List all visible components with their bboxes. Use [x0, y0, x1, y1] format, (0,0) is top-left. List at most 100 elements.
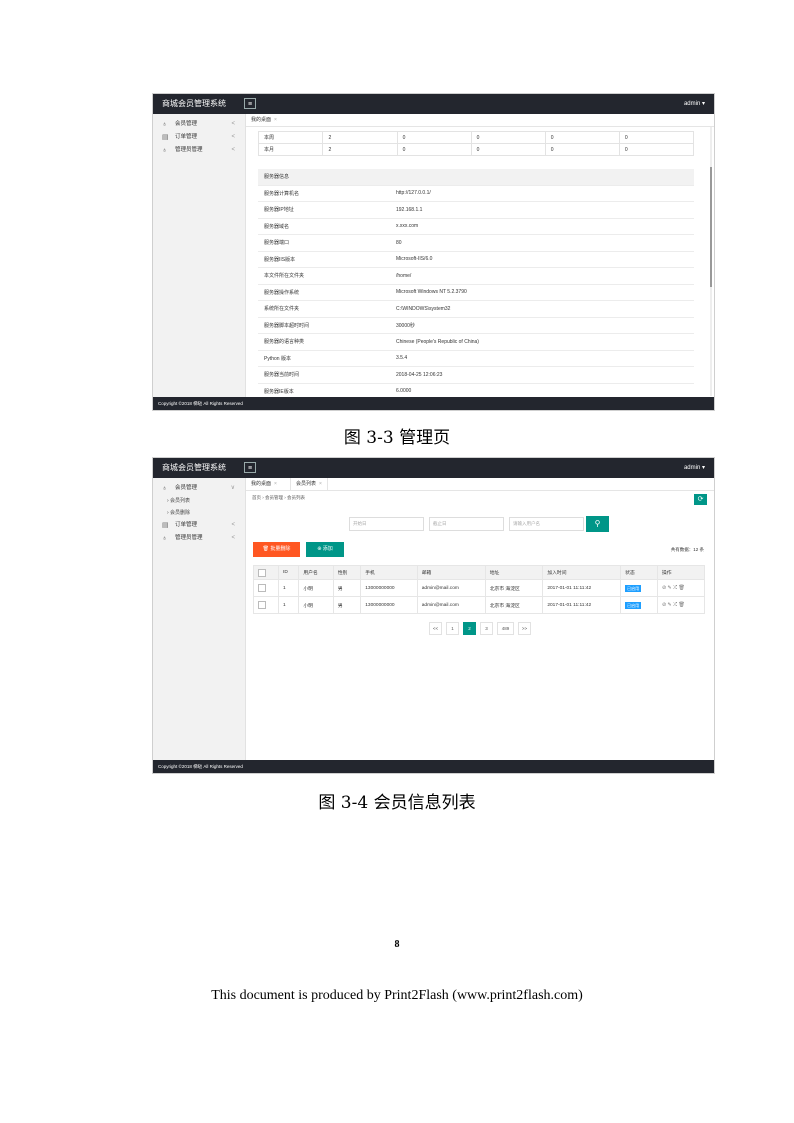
sidebar-item[interactable]: ♁ 管理员管理 < — [153, 144, 245, 157]
server-info-key: 系统所在文件夹 — [258, 300, 390, 318]
page-button[interactable]: 1 — [446, 622, 459, 635]
stats-cell: 0 — [396, 143, 472, 156]
sidebar-item[interactable]: ♁ 会员管理 ∨ — [153, 482, 245, 495]
close-icon[interactable]: × — [319, 481, 322, 487]
tab-item[interactable]: 会员列表 × — [290, 478, 328, 490]
server-info-row: 服务器脚本超时时间 30000秒 — [258, 317, 694, 334]
column-header: 用户名 — [298, 565, 334, 580]
status-badge[interactable]: 已启用 — [625, 601, 642, 609]
page-button[interactable]: 3 — [480, 622, 493, 635]
cell-name: 小明 — [298, 579, 334, 597]
menu-toggle-icon[interactable]: ≡ — [244, 98, 256, 109]
column-header: 手机 — [360, 565, 418, 580]
sidebar-item[interactable]: ▤ 订单管理 < — [153, 131, 245, 144]
row-checkbox-cell[interactable] — [252, 596, 280, 614]
server-info-key: 服务器的语言种类 — [258, 333, 390, 351]
username-search-input[interactable]: 请输入用户名 — [509, 517, 584, 531]
column-header[interactable] — [252, 565, 280, 580]
server-info-key: 服务器计算机名 — [258, 185, 390, 202]
admin-icon: ♁ — [162, 147, 168, 154]
cell-joined: 2017-01-01 11:11:42 — [542, 579, 622, 597]
top-navbar: 商城会员管理系统 ≡ admin ▾ — [153, 458, 714, 478]
scrollbar-thumb[interactable] — [710, 167, 712, 287]
tab-bar: 我的桌面 × — [246, 114, 714, 127]
page-button[interactable]: 489 — [497, 622, 514, 635]
row-checkbox-cell[interactable] — [252, 579, 280, 597]
page-button[interactable]: 2 — [463, 622, 476, 635]
admin-home-screenshot: 商城会员管理系统 ≡ admin ▾ ♁ 会员管理 < ▤ 订单管理 < ♁ 管理员管理 < 我… — [152, 93, 715, 411]
tab-item[interactable]: 我的桌面 × — [246, 114, 282, 126]
server-info-table: 服务器信息 服务器计算机名 http://127.0.0.1/服务器IP地址 192.… — [258, 169, 694, 400]
sidebar-item[interactable]: ▤ 订单管理 < — [153, 519, 245, 532]
server-info-row: 服务器操作系统 Microsoft Windows NT 5.2.3790 — [258, 284, 694, 301]
add-member-button[interactable]: ⊕ 添加 — [306, 542, 344, 557]
end-date-input[interactable]: 截止日 — [429, 517, 504, 531]
stats-cell: 0 — [618, 143, 695, 156]
stats-cell: 2 — [322, 131, 398, 144]
user-icon: ♁ — [162, 485, 168, 492]
sidebar: ♁ 会员管理 ∨ › 会员列表 › 会员删除 ▤ 订单管理 < ♁ 管理员管理 < — [153, 478, 246, 761]
sidebar-item-label: 会员管理 — [175, 485, 198, 491]
user-menu[interactable]: admin ▾ — [684, 100, 705, 107]
scrollbar[interactable] — [710, 127, 712, 396]
producer-note: This document is produced by Print2Flash… — [211, 988, 583, 1003]
server-info-header: 服务器信息 — [258, 169, 694, 186]
column-header: 性别 — [332, 565, 362, 580]
column-header: 邮箱 — [416, 565, 486, 580]
select-all-checkbox[interactable] — [258, 568, 266, 577]
chevron-icon: < — [231, 535, 235, 541]
server-info-header-row: 服务器信息 — [258, 169, 694, 186]
sidebar-item[interactable]: ♁ 管理员管理 < — [153, 532, 245, 545]
cell-address: 北京市 海淀区 — [484, 596, 544, 614]
server-info-row: 服务器IP地址 192.168.1.1 — [258, 201, 694, 219]
server-info-value: 192.168.1.1 — [390, 201, 694, 219]
cell-phone: 13000000000 — [360, 579, 418, 597]
sidebar-subitem[interactable]: › 会员列表 — [153, 495, 245, 507]
server-info-value: http://127.0.0.1/ — [390, 185, 694, 202]
page-button[interactable]: >> — [518, 622, 531, 635]
server-info-value: Microsoft-IIS/6.0 — [390, 251, 694, 268]
server-info-key: 服务器IIS版本 — [258, 251, 390, 268]
server-info-value: 30000秒 — [390, 317, 694, 334]
server-info-value: /home/ — [390, 267, 694, 285]
row-actions-icons[interactable]: ⊘ ✎ ⤮ 🗑 — [656, 579, 706, 597]
page-number: 8 — [394, 939, 400, 950]
order-icon: ▤ — [162, 134, 169, 141]
column-header: 操作 — [656, 565, 706, 580]
tab-item[interactable]: 我的桌面 × — [246, 478, 282, 490]
sidebar-item-label: 管理员管理 — [175, 147, 203, 153]
refresh-icon[interactable]: ⟳ — [694, 494, 707, 505]
chevron-icon: < — [231, 147, 235, 153]
row-actions-icons[interactable]: ⊘ ✎ ⤮ 🗑 — [656, 596, 706, 614]
app-title: 商城会员管理系统 — [162, 463, 226, 472]
close-icon[interactable]: × — [274, 117, 277, 123]
server-info-row: 服务器的语言种类 Chinese (People's Republic of Ch… — [258, 333, 694, 351]
chevron-icon: ∨ — [230, 485, 235, 491]
server-info-key: 服务器当前时间 — [258, 366, 390, 384]
search-button[interactable]: ⚲ — [586, 516, 609, 532]
stats-cell: 0 — [470, 131, 546, 144]
server-info-row: 服务器域名 x.xxx.com — [258, 218, 694, 235]
member-list-screenshot: 商城会员管理系统 ≡ admin ▾ ♁ 会员管理 ∨ › 会员列表 › 会员删除 ▤ 订单… — [152, 457, 715, 774]
start-date-input[interactable]: 开始日 — [349, 517, 424, 531]
status-cell: 已启用 — [620, 596, 658, 614]
status-badge[interactable]: 已启用 — [625, 584, 642, 592]
cell-email: admin@mail.com — [416, 596, 486, 614]
admin-icon: ♁ — [162, 535, 168, 542]
sidebar-item[interactable]: ♁ 会员管理 < — [153, 118, 245, 131]
server-info-key: 服务器操作系统 — [258, 284, 390, 301]
page-button[interactable]: << — [429, 622, 442, 635]
server-info-row: 系统所在文件夹 C:\WINDOWS\system32 — [258, 300, 694, 318]
sidebar-subitem[interactable]: › 会员删除 — [153, 507, 245, 519]
server-info-value: x.xxx.com — [390, 218, 694, 235]
close-icon[interactable]: × — [274, 481, 277, 487]
cell-address: 北京市 海淀区 — [484, 579, 544, 597]
user-menu[interactable]: admin ▾ — [684, 464, 705, 471]
server-info-value: 80 — [390, 234, 694, 252]
sidebar-item-label: 会员管理 — [175, 121, 198, 127]
row-checkbox[interactable] — [258, 601, 266, 609]
batch-delete-button[interactable]: 🗑 批量删除 — [253, 542, 300, 557]
menu-toggle-icon[interactable]: ≡ — [244, 462, 256, 473]
row-checkbox[interactable] — [258, 584, 266, 592]
server-info-value: 3.5.4 — [390, 350, 694, 367]
